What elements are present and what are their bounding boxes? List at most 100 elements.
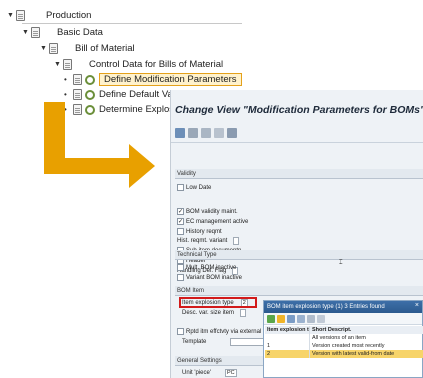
mouse-cursor-icon: ⌶ [339,260,343,266]
folder-icon [49,43,58,54]
desc-var-size-row: Desc. var. size item [182,309,247,317]
tree-item-define-modification-parameters[interactable]: • Define Modification Parameters [64,73,242,86]
pointer-arrow-shaft [44,158,132,174]
desc-var-input[interactable] [240,309,247,317]
tree-item-basic-data[interactable]: ▼ Basic Data [22,26,103,39]
tree-label: Control Data for Bills of Material [89,59,224,70]
settings-icon[interactable] [317,314,325,323]
table-row[interactable]: All versions of an item [265,334,423,342]
copy-icon[interactable] [201,127,211,138]
field-label: Desc. var. size item [182,310,235,316]
field-label: EC management active [186,218,249,225]
window-toolbar [173,124,423,141]
window-title: Change View "Modification Parameters for… [175,104,423,116]
execute-activity-icon[interactable] [85,74,95,85]
find-icon[interactable] [297,314,305,323]
cell-desc: Version with latest valid-from date [312,351,395,357]
section-header: Technical Type [175,250,423,260]
bullet-icon: • [64,105,67,114]
column-header[interactable]: Short Descript. [310,326,423,334]
popup-titlebar: BOM item explosion type (1) 3 Entries fo… [264,301,422,313]
template-row: Template [182,338,271,346]
field-label: Template [182,339,207,345]
document-icon [73,74,82,85]
history-reqmt-checkbox-row[interactable]: History reqmt [177,228,222,235]
tree-label: Bill of Material [75,43,135,54]
checkbox-checked[interactable]: ✓ [177,218,184,225]
tree-label: Production [46,10,92,21]
folder-icon [16,10,25,21]
tree-label: Define Modification Parameters [99,73,242,86]
undo-icon[interactable] [188,127,198,138]
bom-validity-checkbox-row[interactable]: ✓ BOM validity maint. [177,208,238,215]
technical-type-section: Technical Type [175,250,423,260]
tree-item-bill-of-material[interactable]: ▼ Bill of Material [40,42,135,55]
field-label: Rptd itm effctvty via external fie [186,328,270,335]
expand-arrow-icon[interactable]: ▼ [7,12,16,19]
bullet-icon: • [64,75,67,84]
unit-piece-input[interactable]: PC [224,369,237,377]
expand-arrow-icon[interactable]: ▼ [40,45,49,52]
value-help-popup: BOM item explosion type (1) 3 Entries fo… [263,300,423,378]
cell-code [265,334,310,342]
document-icon [73,89,82,100]
tree-divider [22,23,242,24]
cell-code: 1 [265,342,310,350]
folder-icon [31,27,40,38]
low-date-checkbox-row[interactable]: Low Date [177,184,211,191]
table-row[interactable]: 1 Version created most recently [265,342,423,350]
checkbox-checked[interactable]: ✓ [177,208,184,215]
entries-table: Item explosion type Short Descript. All … [265,326,423,358]
field-label: History reqmt [186,228,222,235]
document-icon [73,104,82,115]
section-header: BOM Item [175,286,423,296]
explosion-type-highlight [179,297,257,308]
field-label: Mult. BOM inactive [186,264,237,271]
rptd-itm-checkbox-row[interactable]: Rptd itm effctvty via external fie [177,328,269,335]
tree-item-production[interactable]: ▼ Production [7,9,91,22]
column-header[interactable]: Item explosion type [265,326,310,334]
continue-icon[interactable] [267,314,275,323]
field-label: Hist. reqmt. variant [177,238,228,244]
cell-desc: Version created most recently [312,343,385,349]
cell-code: 2 [265,350,310,358]
mult-bom-checkbox-row[interactable]: Mult. BOM inactive [177,264,236,271]
section-header: Validity [175,169,423,179]
variant-bom-checkbox-row[interactable]: Variant BOM inactive [177,274,242,281]
field-label: Low Date [186,184,212,191]
ec-management-checkbox-row[interactable]: ✓ EC management active [177,218,248,225]
bom-item-section: BOM Item [175,286,423,296]
bullet-icon: • [64,90,67,99]
checkbox[interactable] [177,184,184,191]
sort-icon[interactable] [287,314,295,323]
field-label: BOM validity maint. [186,208,238,215]
expand-arrow-icon[interactable]: ▼ [22,29,31,36]
hist-variant-input[interactable] [233,237,240,245]
close-icon[interactable]: × [415,302,419,309]
pointer-arrow-head [129,144,155,188]
popup-toolbar [264,313,422,325]
field-label: Unit 'piece' [182,370,211,376]
validity-section: Validity [175,169,423,179]
display-change-icon[interactable] [175,127,185,138]
filter-icon[interactable] [277,314,285,323]
hist-reqmt-variant-row: Hist. reqmt. variant [177,237,240,245]
table-row-selected[interactable]: 2 Version with latest valid-from date [265,350,423,358]
checkbox[interactable] [177,274,184,281]
checkbox[interactable] [177,228,184,235]
delete-icon[interactable] [214,127,224,138]
unit-piece-row: Unit 'piece' PC [182,369,237,377]
checkbox[interactable] [177,264,184,271]
tree-label: Basic Data [57,27,103,38]
folder-icon [63,59,72,70]
toolbar-divider [171,142,423,143]
checkbox[interactable] [177,328,184,335]
table-header: Item explosion type Short Descript. [265,326,423,334]
tree-item-control-data[interactable]: ▼ Control Data for Bills of Material [54,58,223,71]
execute-activity-icon[interactable] [85,104,95,115]
expand-arrow-icon[interactable]: ▼ [54,61,63,68]
execute-activity-icon[interactable] [85,89,95,100]
print-icon[interactable] [307,314,315,323]
cell-desc: All versions of an item [312,335,366,341]
select-all-icon[interactable] [227,127,237,138]
